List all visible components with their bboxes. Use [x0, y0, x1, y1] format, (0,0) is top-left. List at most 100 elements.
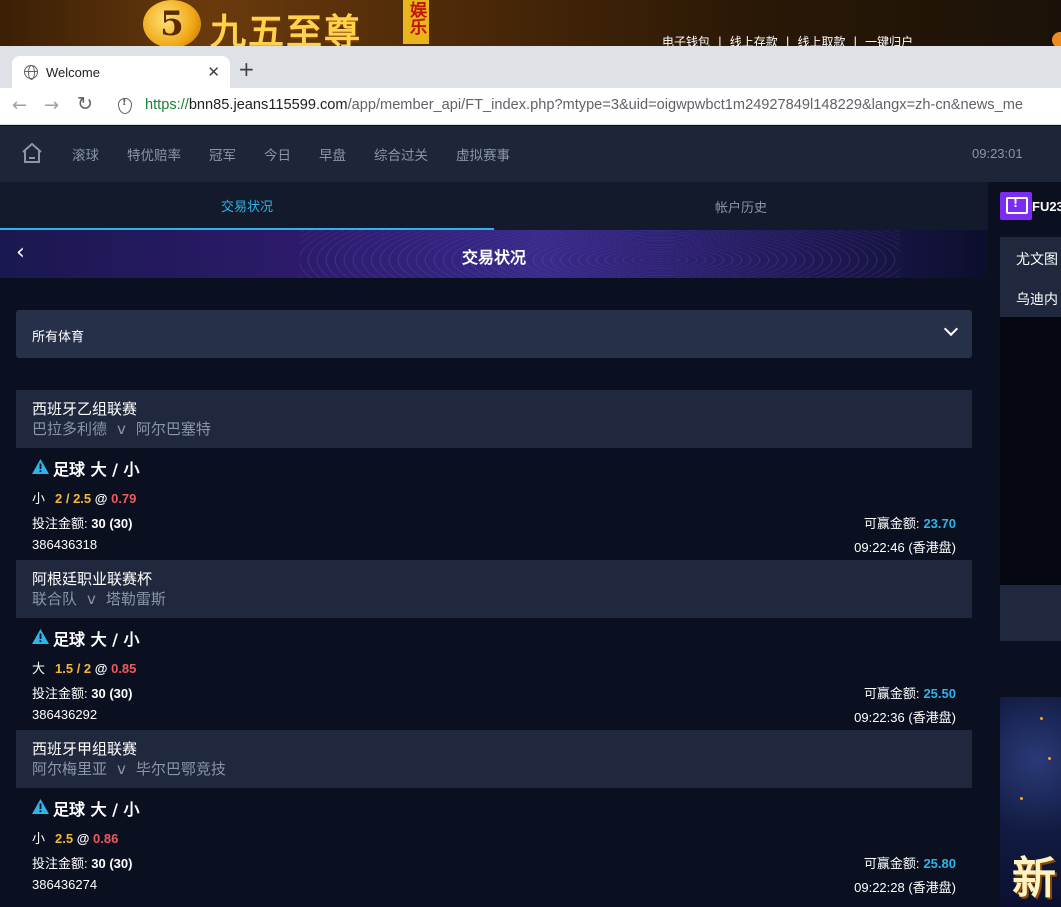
site-info-icon[interactable]	[118, 97, 132, 114]
browser-toolbar: ← → ↻ https://bnn85.jeans115599.com/app/…	[0, 88, 1061, 125]
league-name: 阿根廷职业联赛杯	[32, 570, 153, 588]
url-host: bnn85.jeans115599.com	[188, 97, 348, 113]
nav-item-special-odds[interactable]: 特优赔率	[127, 144, 181, 164]
market-name: 足球 大 / 小	[53, 460, 140, 479]
nav-item-today[interactable]: 今日	[264, 144, 291, 164]
bet-card: 阿根廷职业联赛杯 联合队 v 塔勒雷斯 足球 大 / 小 大 1.5 / 2 @ 0.…	[16, 560, 972, 730]
ticket-id: 386436318	[32, 537, 98, 552]
back-arrow-icon[interactable]: ←	[12, 95, 27, 116]
versus: v	[117, 420, 126, 438]
separator: |	[785, 35, 790, 46]
match-teams: 巴拉多利德 v 阿尔巴塞特	[32, 419, 956, 440]
nav-item-parlay[interactable]: 综合过关	[374, 144, 428, 164]
handicap: 1.5 / 2	[55, 661, 92, 676]
merge-account-link[interactable]: 一键归户	[865, 35, 913, 46]
selection-line: 小 2 / 2.5 @ 0.79	[32, 488, 136, 507]
withdraw-link[interactable]: 线上取款	[797, 35, 845, 46]
promo-banner[interactable]: 新	[1000, 697, 1061, 907]
stake: 投注金额: 30 (30)	[32, 853, 132, 872]
versus: v	[87, 590, 96, 608]
nav-item-live[interactable]: 滚球	[72, 144, 99, 164]
home-team: 阿尔梅里亚	[32, 760, 108, 778]
nav-item-early[interactable]: 早盘	[319, 144, 346, 164]
side-panel-item[interactable]: 乌迪内	[1016, 289, 1058, 309]
wallet-link[interactable]: 电子钱包	[662, 35, 710, 46]
separator: |	[853, 35, 858, 46]
selection-side: 小	[32, 491, 46, 506]
selection-side: 小	[32, 831, 46, 846]
sparkle	[1020, 797, 1023, 800]
away-team: 阿尔巴塞特	[135, 420, 211, 438]
site-banner: 5 九五至尊 娱乐 电子钱包 | 线上存款 | 线上取款 | 一键归户	[0, 0, 1061, 46]
brand-tag: 娱乐	[403, 0, 429, 44]
selection-line: 小 2.5 @ 0.86	[32, 828, 118, 847]
main-nav: 滚球 特优赔率 冠军 今日 早盘 综合过关 虚拟赛事 09:23:01	[0, 126, 1061, 182]
promo-text: 新	[1012, 853, 1056, 904]
stake-value: 30 (30)	[91, 516, 133, 531]
bet-card: 西班牙乙组联赛 巴拉多利德 v 阿尔巴塞特 足球 大 / 小 小 2 / 2.5 @ …	[16, 390, 972, 560]
match-teams: 联合队 v 塔勒雷斯	[32, 589, 956, 610]
stake-value: 30 (30)	[91, 856, 133, 871]
stake-label: 投注金额:	[32, 856, 88, 871]
bet-card: 西班牙甲组联赛 阿尔梅里亚 v 毕尔巴鄂竞技 足球 大 / 小 小 2.5 @ 0.8…	[16, 730, 972, 900]
chat-icon[interactable]	[1000, 192, 1032, 220]
bet-details: 足球 大 / 小 大 1.5 / 2 @ 0.85 投注金额: 30 (30) 3…	[16, 618, 972, 730]
tab-open-bets[interactable]: 交易状况	[0, 182, 494, 230]
nav-item-virtual[interactable]: 虚拟赛事	[456, 144, 510, 164]
selection-side: 大	[32, 661, 46, 676]
at-sign: @	[94, 491, 108, 506]
banner-widget-icon[interactable]	[1052, 32, 1061, 46]
deposit-link[interactable]: 线上存款	[730, 35, 778, 46]
handicap: 2 / 2.5	[55, 491, 92, 506]
bet-match-header: 西班牙乙组联赛 巴拉多利德 v 阿尔巴塞特	[16, 390, 972, 448]
tab-title: Welcome	[46, 64, 100, 80]
chevron-down-icon	[943, 321, 959, 337]
forward-arrow-icon[interactable]: →	[44, 95, 59, 116]
league-name: 西班牙乙组联赛	[32, 400, 138, 418]
close-tab-icon[interactable]: ✕	[207, 63, 220, 81]
nav-item-outright[interactable]: 冠军	[209, 144, 236, 164]
win-label: 可赢金额:	[863, 686, 920, 701]
bet-details: 足球 大 / 小 小 2 / 2.5 @ 0.79 投注金额: 30 (30) 3…	[16, 448, 972, 560]
handicap: 2.5	[55, 831, 74, 846]
clock: 09:23:01	[972, 146, 1023, 161]
potential-win: 可赢金额: 25.80	[864, 853, 956, 872]
bet-time: 09:22:46 (香港盘)	[854, 540, 956, 555]
match-teams: 阿尔梅里亚 v 毕尔巴鄂竞技	[32, 759, 956, 780]
sub-tabs: 交易状况 帐户历史	[0, 182, 988, 230]
bet-details: 足球 大 / 小 小 2.5 @ 0.86 投注金额: 30 (30) 38643…	[16, 788, 972, 900]
ticket-id: 386436292	[32, 707, 98, 722]
sport-filter-select[interactable]: 所有体育	[16, 310, 972, 358]
sport-filter-value: 所有体育	[32, 330, 85, 345]
side-panel-item[interactable]: 尤文图	[1016, 249, 1058, 269]
reload-icon[interactable]: ↻	[77, 93, 93, 115]
warning-icon	[32, 799, 49, 814]
home-team: 联合队	[32, 590, 78, 608]
stake-label: 投注金额:	[32, 516, 88, 531]
side-panel-code: FU23	[1032, 199, 1061, 214]
browser-tab[interactable]: Welcome ✕	[12, 56, 230, 88]
stake: 投注金额: 30 (30)	[32, 513, 132, 532]
league-name: 西班牙甲组联赛	[32, 740, 138, 758]
side-panel-bar	[1000, 585, 1061, 641]
brand-title: 九五至尊	[210, 11, 363, 46]
bet-time: 09:22:36 (香港盘)	[854, 710, 956, 725]
home-team: 巴拉多利德	[32, 420, 108, 438]
address-bar[interactable]: https://bnn85.jeans115599.com/app/member…	[145, 97, 1023, 113]
home-icon[interactable]	[21, 142, 43, 164]
separator: |	[717, 35, 722, 46]
away-team: 塔勒雷斯	[105, 590, 166, 608]
market-name: 足球 大 / 小	[53, 630, 140, 649]
stake: 投注金额: 30 (30)	[32, 683, 132, 702]
win-label: 可赢金额:	[863, 516, 920, 531]
sparkle	[1040, 717, 1043, 720]
market-name: 足球 大 / 小	[53, 800, 140, 819]
potential-win: 可赢金额: 25.50	[864, 683, 956, 702]
warning-icon	[32, 459, 49, 474]
bet-list-area: 所有体育 西班牙乙组联赛 巴拉多利德 v 阿尔巴塞特 足球 大 / 小 小 2 / 2…	[0, 278, 988, 907]
new-tab-button[interactable]: +	[238, 59, 255, 79]
odds: 0.86	[93, 831, 119, 846]
tab-account-history[interactable]: 帐户历史	[494, 182, 988, 230]
brand-logo-icon[interactable]: 5	[143, 0, 201, 46]
at-sign: @	[76, 831, 90, 846]
